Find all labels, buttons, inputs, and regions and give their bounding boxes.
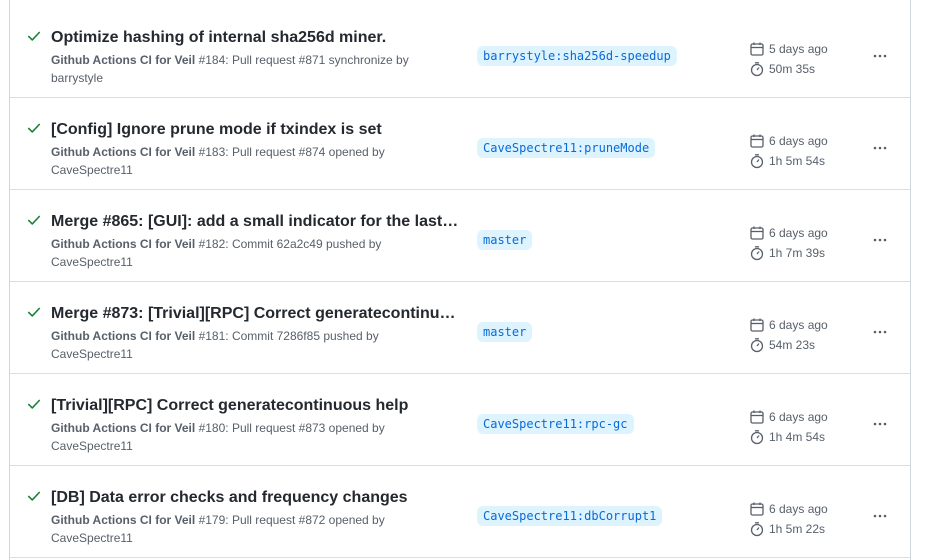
run-number: #183 bbox=[198, 145, 226, 159]
check-icon bbox=[27, 489, 41, 503]
kebab-horizontal-icon[interactable] bbox=[866, 504, 894, 528]
run-number: #180 bbox=[198, 421, 226, 435]
run-title[interactable]: [Trivial][RPC] Correct generatecontinuou… bbox=[51, 396, 463, 416]
workflow-runs-list: Optimize hashing of internal sha256d min… bbox=[9, 0, 911, 560]
run-event: : Commit 7286f85 pushed by bbox=[225, 329, 379, 343]
workflow-name[interactable]: Github Actions CI for Veil bbox=[51, 53, 195, 67]
kebab-horizontal-icon[interactable] bbox=[866, 320, 894, 344]
check-icon bbox=[27, 29, 41, 43]
run-duration: 1h 5m 22s bbox=[769, 522, 826, 536]
kebab-horizontal-icon[interactable] bbox=[866, 228, 894, 252]
workflow-run-row[interactable]: Merge #865: [GUI]: add a small indicator… bbox=[10, 190, 910, 282]
workflow-run-row[interactable]: [Trivial][RPC] Correct generatecontinuou… bbox=[10, 374, 910, 466]
kebab-horizontal-icon[interactable] bbox=[866, 44, 894, 68]
calendar-icon bbox=[750, 502, 764, 516]
calendar-icon bbox=[750, 226, 764, 240]
run-actor: barrystyle bbox=[51, 71, 104, 85]
run-timing: 6 days ago 1h 5m 54s bbox=[749, 131, 828, 171]
run-title[interactable]: Optimize hashing of internal sha256d min… bbox=[51, 28, 463, 48]
run-date: 6 days ago bbox=[769, 502, 828, 516]
run-meta: Github Actions CI for Veil #183: Pull re… bbox=[51, 143, 451, 179]
run-date: 5 days ago bbox=[769, 42, 828, 56]
stopwatch-icon bbox=[750, 246, 764, 261]
stopwatch-icon bbox=[750, 338, 764, 353]
calendar-icon bbox=[750, 134, 764, 148]
run-number: #179 bbox=[198, 513, 226, 527]
run-meta: Github Actions CI for Veil #181: Commit … bbox=[51, 327, 451, 363]
workflow-run-row[interactable]: [Config] Ignore prune mode if txindex is… bbox=[10, 98, 910, 190]
check-icon bbox=[27, 213, 41, 227]
run-actor: CaveSpectre11 bbox=[51, 163, 133, 177]
run-date: 6 days ago bbox=[769, 134, 828, 148]
workflow-name[interactable]: Github Actions CI for Veil bbox=[51, 145, 195, 159]
run-event: : Pull request #873 opened by bbox=[225, 421, 385, 435]
branch-label[interactable]: CaveSpectre11:pruneMode bbox=[477, 138, 656, 158]
run-number: #182 bbox=[198, 237, 226, 251]
run-meta: Github Actions CI for Veil #180: Pull re… bbox=[51, 419, 451, 455]
run-date: 6 days ago bbox=[769, 410, 828, 424]
run-title[interactable]: Merge #865: [GUI]: add a small indicator… bbox=[51, 212, 463, 232]
run-event: : Pull request #872 opened by bbox=[225, 513, 385, 527]
stopwatch-icon bbox=[750, 154, 764, 169]
run-date: 6 days ago bbox=[769, 226, 828, 240]
run-event: : Pull request #874 opened by bbox=[225, 145, 385, 159]
workflow-name[interactable]: Github Actions CI for Veil bbox=[51, 329, 195, 343]
run-actor: CaveSpectre11 bbox=[51, 531, 133, 545]
branch-label[interactable]: master bbox=[477, 322, 533, 342]
stopwatch-icon bbox=[750, 62, 764, 77]
workflow-run-row[interactable]: Merge #873: [Trivial][RPC] Correct gener… bbox=[10, 282, 910, 374]
run-number: #181 bbox=[198, 329, 226, 343]
branch-label[interactable]: CaveSpectre11:dbCorrupt1 bbox=[477, 506, 663, 526]
run-event: : Pull request #871 synchronize by bbox=[225, 53, 409, 67]
workflow-run-row[interactable]: [DB] Data error checks and frequency cha… bbox=[10, 466, 910, 558]
check-icon bbox=[27, 121, 41, 135]
calendar-icon bbox=[750, 410, 764, 424]
workflow-name[interactable]: Github Actions CI for Veil bbox=[51, 421, 195, 435]
run-event: : Commit 62a2c49 pushed by bbox=[225, 237, 382, 251]
run-duration: 1h 7m 39s bbox=[769, 246, 826, 260]
calendar-icon bbox=[750, 318, 764, 332]
run-actor: CaveSpectre11 bbox=[51, 255, 133, 269]
run-date: 6 days ago bbox=[769, 318, 828, 332]
kebab-horizontal-icon[interactable] bbox=[866, 412, 894, 436]
check-icon bbox=[27, 305, 41, 319]
branch-label[interactable]: CaveSpectre11:rpc-gc bbox=[477, 414, 634, 434]
run-title[interactable]: Merge #873: [Trivial][RPC] Correct gener… bbox=[51, 304, 463, 324]
run-title[interactable]: [Config] Ignore prune mode if txindex is… bbox=[51, 120, 463, 140]
run-meta: Github Actions CI for Veil #184: Pull re… bbox=[51, 51, 451, 87]
run-actor: CaveSpectre11 bbox=[51, 347, 133, 361]
workflow-name[interactable]: Github Actions CI for Veil bbox=[51, 237, 195, 251]
branch-label[interactable]: barrystyle:sha256d-speedup bbox=[477, 46, 677, 66]
run-title[interactable]: [DB] Data error checks and frequency cha… bbox=[51, 488, 463, 508]
run-timing: 6 days ago 1h 5m 22s bbox=[749, 499, 828, 539]
workflow-run-row[interactable]: Optimize hashing of internal sha256d min… bbox=[10, 6, 910, 98]
run-meta: Github Actions CI for Veil #179: Pull re… bbox=[51, 511, 451, 547]
branch-label[interactable]: master bbox=[477, 230, 533, 250]
calendar-icon bbox=[750, 42, 764, 56]
run-duration: 1h 4m 54s bbox=[769, 430, 826, 444]
run-duration: 1h 5m 54s bbox=[769, 154, 826, 168]
stopwatch-icon bbox=[750, 430, 764, 445]
run-timing: 6 days ago 54m 23s bbox=[749, 315, 828, 355]
run-actor: CaveSpectre11 bbox=[51, 439, 133, 453]
kebab-horizontal-icon[interactable] bbox=[866, 136, 894, 160]
workflow-name[interactable]: Github Actions CI for Veil bbox=[51, 513, 195, 527]
run-duration: 54m 23s bbox=[769, 338, 816, 352]
run-timing: 6 days ago 1h 4m 54s bbox=[749, 407, 828, 447]
run-timing: 5 days ago 50m 35s bbox=[749, 39, 828, 79]
stopwatch-icon bbox=[750, 522, 764, 537]
run-duration: 50m 35s bbox=[769, 62, 816, 76]
check-icon bbox=[27, 397, 41, 411]
run-meta: Github Actions CI for Veil #182: Commit … bbox=[51, 235, 451, 271]
run-number: #184 bbox=[198, 53, 226, 67]
run-timing: 6 days ago 1h 7m 39s bbox=[749, 223, 828, 263]
